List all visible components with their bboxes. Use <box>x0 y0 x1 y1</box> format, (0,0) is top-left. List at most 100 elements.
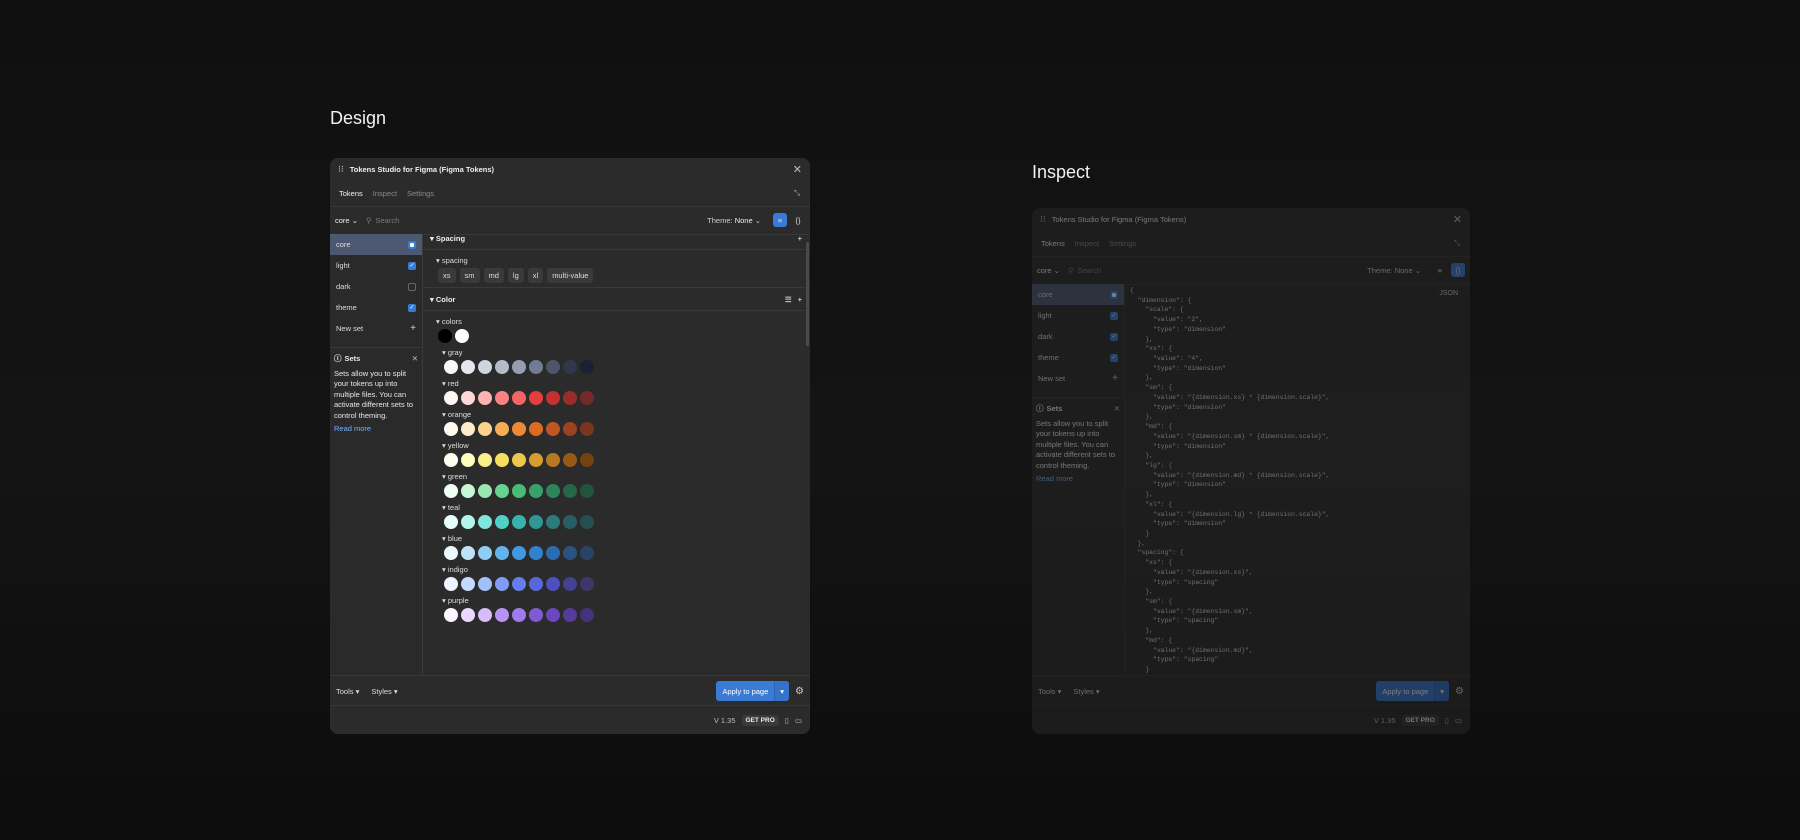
color-swatch[interactable] <box>461 546 475 560</box>
color-swatch[interactable] <box>546 608 560 622</box>
color-swatch[interactable] <box>529 453 543 467</box>
set-checkbox[interactable]: ✓ <box>408 303 416 312</box>
color-swatch[interactable] <box>478 484 492 498</box>
set-item-theme[interactable]: theme ✓ <box>330 297 422 318</box>
feedback-icon[interactable]: ▭ <box>795 716 802 725</box>
color-swatch[interactable] <box>529 391 543 405</box>
color-swatch[interactable] <box>563 391 577 405</box>
spacing-token-pill[interactable]: md <box>483 268 504 283</box>
tab-tokens[interactable]: Tokens <box>334 189 368 198</box>
color-swatch[interactable] <box>444 484 458 498</box>
set-item-core[interactable]: core <box>330 234 422 255</box>
color-swatch[interactable] <box>478 360 492 374</box>
color-swatch[interactable] <box>580 608 594 622</box>
tab-settings[interactable]: Settings <box>1104 239 1141 248</box>
styles-menu[interactable]: Styles ▾ <box>1073 687 1099 696</box>
color-swatch[interactable] <box>512 422 526 436</box>
color-swatch[interactable] <box>461 391 475 405</box>
color-swatch[interactable] <box>461 484 475 498</box>
list-view-icon[interactable]: ≡ <box>773 213 787 227</box>
color-swatch[interactable] <box>495 391 509 405</box>
apply-to-page-button[interactable]: Apply to page ▾ <box>1376 681 1450 701</box>
color-swatch[interactable] <box>580 453 594 467</box>
spacing-token-pill[interactable]: xl <box>527 268 544 283</box>
set-checkbox[interactable] <box>408 240 416 249</box>
color-swatch[interactable] <box>546 484 560 498</box>
color-swatch[interactable] <box>495 360 509 374</box>
tab-tokens[interactable]: Tokens <box>1036 239 1070 248</box>
color-swatch[interactable] <box>563 453 577 467</box>
color-swatch[interactable] <box>478 608 492 622</box>
color-swatch[interactable] <box>512 453 526 467</box>
color-swatch[interactable] <box>495 422 509 436</box>
color-swatch[interactable] <box>495 577 509 591</box>
close-icon[interactable]: ✕ <box>793 163 802 176</box>
color-swatch[interactable] <box>444 360 458 374</box>
set-item-dark[interactable]: dark ✓ <box>1032 326 1124 347</box>
spacing-token-pill[interactable]: multi-value <box>547 268 594 283</box>
color-swatch[interactable] <box>461 422 475 436</box>
list-view-icon[interactable]: ≡ <box>1433 263 1447 277</box>
color-swatch[interactable] <box>461 608 475 622</box>
apply-to-page-button[interactable]: Apply to page ▾ <box>716 681 790 701</box>
palette-red-header[interactable]: ▾ red <box>423 377 810 389</box>
tab-inspect[interactable]: Inspect <box>1070 239 1104 248</box>
color-swatch[interactable] <box>512 515 526 529</box>
palette-gray-header[interactable]: ▾ gray <box>423 346 810 358</box>
color-swatch[interactable] <box>444 453 458 467</box>
color-swatch[interactable] <box>563 360 577 374</box>
apply-dropdown-icon[interactable]: ▾ <box>774 681 790 701</box>
theme-selector[interactable]: Theme: None ⌄ <box>1367 266 1421 275</box>
styles-menu[interactable]: Styles ▾ <box>371 687 397 696</box>
palette-yellow-header[interactable]: ▾ yellow <box>423 439 810 451</box>
set-checkbox[interactable] <box>408 282 416 291</box>
color-swatch[interactable] <box>438 329 452 343</box>
feedback-icon[interactable]: ▭ <box>1455 716 1462 725</box>
color-swatch[interactable] <box>546 360 560 374</box>
read-more-link[interactable]: Read more <box>1036 474 1120 485</box>
set-checkbox[interactable]: ✓ <box>408 261 416 270</box>
set-checkbox[interactable]: ✓ <box>1110 353 1118 362</box>
search-input[interactable]: ⚲ Search <box>1068 266 1101 275</box>
color-swatch[interactable] <box>495 546 509 560</box>
color-swatch[interactable] <box>580 546 594 560</box>
color-swatch[interactable] <box>478 422 492 436</box>
color-swatch[interactable] <box>495 515 509 529</box>
json-view-icon[interactable]: {} <box>791 213 805 227</box>
palette-orange-header[interactable]: ▾ orange <box>423 408 810 420</box>
color-swatch[interactable] <box>546 391 560 405</box>
minimize-icon[interactable]: ⤡ <box>1454 238 1460 248</box>
color-swatch[interactable] <box>580 484 594 498</box>
search-input[interactable]: ⚲ Search <box>366 216 399 225</box>
color-swatch[interactable] <box>580 577 594 591</box>
gear-icon[interactable]: ⚙ <box>795 686 804 697</box>
color-swatch[interactable] <box>529 422 543 436</box>
palette-indigo-header[interactable]: ▾ indigo <box>423 563 810 575</box>
color-swatch[interactable] <box>512 577 526 591</box>
color-swatch[interactable] <box>444 608 458 622</box>
set-item-light[interactable]: light ✓ <box>1032 305 1124 326</box>
book-icon[interactable]: ▯ <box>1445 716 1449 725</box>
json-editor[interactable]: { "dimension": { "scale": { "value": "2"… <box>1124 284 1470 676</box>
theme-selector[interactable]: Theme: None ⌄ <box>707 216 761 225</box>
color-swatch[interactable] <box>529 484 543 498</box>
tab-settings[interactable]: Settings <box>402 189 439 198</box>
color-swatch[interactable] <box>444 391 458 405</box>
color-swatch[interactable] <box>461 453 475 467</box>
color-swatch[interactable] <box>563 422 577 436</box>
color-swatch[interactable] <box>512 546 526 560</box>
palette-teal-header[interactable]: ▾ teal <box>423 501 810 513</box>
plus-icon[interactable]: + <box>798 295 802 304</box>
palette-green-header[interactable]: ▾ green <box>423 470 810 482</box>
color-swatch[interactable] <box>444 577 458 591</box>
color-swatch[interactable] <box>546 453 560 467</box>
color-swatch[interactable] <box>563 546 577 560</box>
apply-dropdown-icon[interactable]: ▾ <box>1434 681 1450 701</box>
palette-purple-header[interactable]: ▾ purple <box>423 594 810 606</box>
tab-inspect[interactable]: Inspect <box>368 189 402 198</box>
set-item-core[interactable]: core <box>1032 284 1124 305</box>
color-swatch[interactable] <box>529 608 543 622</box>
palette-blue-header[interactable]: ▾ blue <box>423 532 810 544</box>
spacing-token-pill[interactable]: lg <box>507 268 524 283</box>
new-set-button[interactable]: New set + <box>330 318 422 339</box>
